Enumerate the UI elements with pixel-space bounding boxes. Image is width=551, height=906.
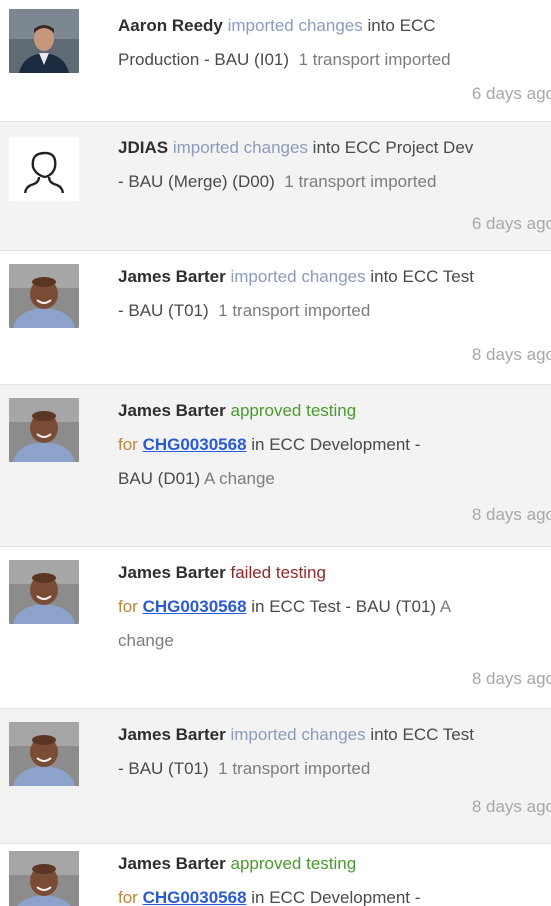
message-text: BAU (D01) [118,469,201,488]
message-text: in ECC Development - [246,888,421,906]
activity-item: James Barter imported changes into ECC T… [0,251,551,385]
activity-message: James Barter approved testing for CHG003… [118,847,551,906]
avatar-james-barter[interactable] [9,560,79,624]
user-name[interactable]: JDIAS [118,138,168,157]
message-text: into ECC Project Dev [307,138,474,157]
activity-detail: change [118,631,174,650]
user-name[interactable]: James Barter [118,563,226,582]
activity-verb: approved testing [230,854,357,873]
activity-detail: 1 transport imported [218,301,371,320]
avatar-james-barter[interactable] [9,722,79,786]
activity-verb: imported changes [230,267,366,286]
timestamp: 8 days ago [471,345,551,364]
for-label: for [118,435,143,454]
timestamp: 6 days ago [471,214,551,233]
message-text: - BAU (Merge) (D00) [118,172,275,191]
avatar-james-barter[interactable] [9,851,79,906]
message-text: into ECC Test [365,267,474,286]
timestamp: 6 days ago [471,84,551,103]
message-text: into ECC Test [365,725,474,744]
change-link[interactable]: CHG0030568 [143,597,247,616]
activity-feed: Aaron Reedy imported changes into ECC Pr… [0,0,551,906]
message-text: in ECC Development - [246,435,421,454]
avatar-placeholder-icon[interactable] [9,137,79,201]
activity-item: James Barter approved testing for CHG003… [0,385,551,547]
for-label: for [118,597,143,616]
activity-detail: 1 transport imported [218,759,371,778]
user-name[interactable]: James Barter [118,725,226,744]
activity-verb: approved testing [230,401,357,420]
avatar-james-barter[interactable] [9,398,79,462]
activity-item: JDIAS imported changes into ECC Project … [0,122,551,251]
activity-item: James Barter imported changes into ECC T… [0,709,551,844]
activity-message: James Barter imported changes into ECC T… [118,260,551,328]
activity-detail: A [439,597,452,616]
activity-message: Aaron Reedy imported changes into ECC Pr… [118,9,551,77]
message-text: Production - BAU (I01) [118,50,290,69]
message-text: into ECC [362,16,436,35]
user-name[interactable]: James Barter [118,854,226,873]
timestamp: 8 days ago [471,797,551,816]
timestamp: 8 days ago [471,505,551,524]
message-text: - BAU (T01) [118,759,209,778]
change-link[interactable]: CHG0030568 [143,435,247,454]
activity-item: James Barter approved testing for CHG003… [0,844,551,906]
message-text: in ECC Test - BAU (T01) [246,597,437,616]
user-name[interactable]: James Barter [118,267,226,286]
activity-message: James Barter approved testing for CHG003… [118,394,551,496]
activity-item: Aaron Reedy imported changes into ECC Pr… [0,0,551,122]
change-link[interactable]: CHG0030568 [143,888,247,906]
avatar-james-barter[interactable] [9,264,79,328]
activity-message: James Barter failed testing for CHG00305… [118,556,551,658]
activity-message: JDIAS imported changes into ECC Project … [118,131,551,199]
activity-detail: A change [203,469,275,488]
activity-detail: 1 transport imported [298,50,451,69]
activity-item: James Barter failed testing for CHG00305… [0,547,551,709]
activity-verb: imported changes [227,16,363,35]
for-label: for [118,888,143,906]
activity-verb: imported changes [172,138,308,157]
avatar-aaron-reedy[interactable] [9,9,79,73]
activity-verb: imported changes [230,725,366,744]
activity-verb: failed testing [230,563,326,582]
activity-detail: 1 transport imported [284,172,437,191]
user-name[interactable]: Aaron Reedy [118,16,223,35]
message-text: - BAU (T01) [118,301,209,320]
timestamp: 8 days ago [471,669,551,688]
user-name[interactable]: James Barter [118,401,226,420]
activity-message: James Barter imported changes into ECC T… [118,718,551,786]
